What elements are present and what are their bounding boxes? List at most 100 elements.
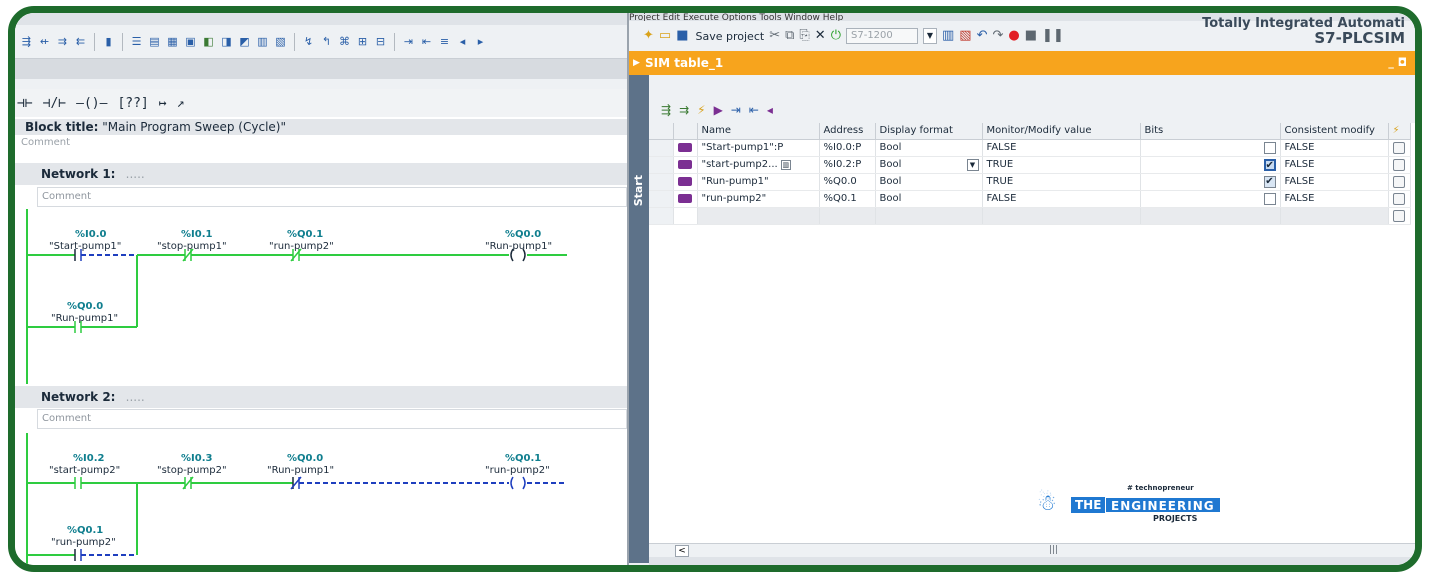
modify-now-icon[interactable]: ⚡ [697, 103, 705, 117]
col-address[interactable]: Address [819, 123, 876, 140]
row-address[interactable]: %I0.0:P [819, 139, 876, 157]
cpu-select[interactable]: S7-1200 [846, 28, 918, 44]
row-address[interactable]: %Q0.0 [819, 173, 876, 191]
save-icon[interactable]: ■ [676, 28, 688, 44]
page-next-icon[interactable]: ▸ [473, 34, 488, 49]
collapse-networks-icon[interactable]: ▤ [147, 34, 162, 49]
layout-icon[interactable]: ▥ [255, 34, 270, 49]
col-name[interactable]: Name [697, 123, 820, 140]
download-icon[interactable]: ◩ [237, 34, 252, 49]
compile-icon[interactable]: ⊟ [373, 34, 388, 49]
format-dropdown-icon[interactable]: ▼ [966, 158, 979, 171]
horizontal-scrollbar[interactable]: < ||| [649, 543, 1415, 557]
row-consistent[interactable]: FALSE [1280, 156, 1389, 174]
page-prev-icon[interactable]: ◂ [455, 34, 470, 49]
bit-checkbox[interactable]: ✔ [1263, 175, 1276, 188]
outdent-icon[interactable]: ⇤ [419, 34, 434, 49]
modify-button[interactable] [1392, 209, 1405, 222]
block-title-value[interactable]: "Main Program Sweep (Cycle)" [102, 120, 286, 134]
network2-comment[interactable]: Comment [37, 409, 627, 429]
empty-cell[interactable] [1280, 207, 1389, 225]
table-row[interactable]: "Start-pump1":P %I0.0:P Bool FALSE FALSE [649, 139, 1411, 157]
row-value[interactable]: TRUE [982, 173, 1141, 191]
project-view-icon[interactable]: ▥ [942, 28, 954, 44]
bit-checkbox[interactable]: ✔ [1263, 158, 1276, 171]
network2-header[interactable]: Network 2: ..... [15, 386, 627, 408]
row-name[interactable]: "Start-pump1":P [697, 139, 820, 157]
row-address[interactable]: %Q0.1 [819, 190, 876, 208]
row-consistent[interactable]: FALSE [1280, 190, 1389, 208]
paste-icon[interactable]: ⎘ [799, 28, 809, 44]
import-icon[interactable]: ⇤ [749, 103, 759, 117]
row-name[interactable]: "Run-pump1" [697, 173, 820, 191]
row-consistent[interactable]: FALSE [1280, 173, 1389, 191]
grid-icon[interactable]: ▧ [273, 34, 288, 49]
cpu-dropdown-icon[interactable]: ▼ [923, 28, 937, 44]
display-icon[interactable]: ◨ [219, 34, 234, 49]
insert-branch-icon[interactable]: ⇉ [55, 34, 70, 49]
coil-icon[interactable]: —()— [76, 96, 107, 111]
empty-cell[interactable] [982, 207, 1141, 225]
watch-icon[interactable]: ◧ [201, 34, 216, 49]
nc-contact-icon[interactable]: ⊣/⊢ [43, 96, 66, 111]
copy-icon[interactable]: ⧉ [785, 28, 794, 44]
table-row[interactable]: "run-pump2" %Q0.1 Bool FALSE FALSE [649, 190, 1411, 208]
open-branch-icon[interactable]: ↦ [159, 96, 167, 111]
expand-arrow-icon[interactable]: ▶ [633, 51, 640, 75]
empty-cell[interactable] [697, 207, 820, 225]
empty-cell[interactable] [819, 207, 876, 225]
align-icon[interactable]: ≡ [437, 34, 452, 49]
bit-checkbox[interactable] [1263, 192, 1276, 205]
insert-row-icon[interactable]: ⇉ [679, 103, 689, 117]
show-favorites-icon[interactable]: ▦ [165, 34, 180, 49]
row-format[interactable]: Bool [875, 190, 983, 208]
delete-network-icon[interactable]: ⇷ [37, 34, 52, 49]
row-format[interactable]: Bool [875, 173, 983, 191]
go-online-icon[interactable]: ↯ [301, 34, 316, 49]
save-project-button[interactable]: Save project [696, 30, 765, 43]
monitor-icon[interactable]: ⌘ [337, 34, 352, 49]
absolute-icon[interactable]: ▮ [101, 34, 116, 49]
row-name[interactable]: "start-pump2... ▥ [697, 156, 820, 174]
add-row-icon[interactable]: ⇶ [661, 103, 671, 117]
close-branch-icon[interactable]: ⇇ [73, 34, 88, 49]
network1-comment[interactable]: Comment [37, 187, 627, 207]
sim-view-icon[interactable]: ▧ [959, 28, 971, 44]
bit-checkbox[interactable] [1263, 141, 1276, 154]
stop-icon[interactable]: ■ [1025, 28, 1037, 44]
row-value[interactable]: FALSE [982, 190, 1141, 208]
col-monitor-value[interactable]: Monitor/Modify value [982, 123, 1141, 140]
modify-button[interactable] [1392, 141, 1405, 154]
window-controls[interactable]: _ ◘ [1388, 51, 1407, 75]
row-name[interactable]: "run-pump2" [697, 190, 820, 208]
scroll-thumb[interactable]: ||| [1049, 545, 1058, 555]
undo-icon[interactable]: ↶ [977, 28, 988, 44]
tag-icon[interactable]: ◂ [767, 103, 773, 117]
table-row[interactable]: "Run-pump1" %Q0.0 Bool TRUE ✔ FALSE [649, 173, 1411, 191]
redo-icon[interactable]: ↷ [993, 28, 1004, 44]
go-offline-icon[interactable]: ↰ [319, 34, 334, 49]
table-row[interactable] [649, 207, 1411, 225]
export-icon[interactable]: ⇥ [731, 103, 741, 117]
table-row[interactable]: "start-pump2... ▥ %I0.2:P Bool ▼ TRUE ✔ F… [649, 156, 1411, 174]
modify-button[interactable] [1392, 192, 1405, 205]
row-format-cell[interactable]: Bool ▼ [875, 156, 983, 174]
cut-icon[interactable]: ✂ [769, 28, 780, 44]
modify-button[interactable] [1392, 175, 1405, 188]
start-side-tab[interactable]: Start [629, 75, 649, 563]
delete-icon[interactable]: ✕ [815, 28, 826, 44]
col-consistent-modify[interactable]: Consistent modify [1280, 123, 1389, 140]
compare-icon[interactable]: ⊞ [355, 34, 370, 49]
run-led-icon[interactable]: ● [1008, 28, 1019, 44]
modify-column-icon[interactable]: ⚡ [1388, 123, 1411, 140]
insert-network-icon[interactable]: ⇶ [19, 34, 34, 49]
scroll-left-icon[interactable]: < [675, 545, 689, 557]
modify-button[interactable] [1392, 158, 1405, 171]
indent-icon[interactable]: ⇥ [401, 34, 416, 49]
network1-header[interactable]: Network 1: ..... [15, 163, 627, 185]
block-comment[interactable]: Comment [21, 137, 70, 148]
no-contact-icon[interactable]: ⊣⊢ [17, 96, 33, 111]
comment-toggle-icon[interactable]: ▣ [183, 34, 198, 49]
browse-icon[interactable]: ▥ [780, 160, 791, 170]
row-address[interactable]: %I0.2:P [819, 156, 876, 174]
